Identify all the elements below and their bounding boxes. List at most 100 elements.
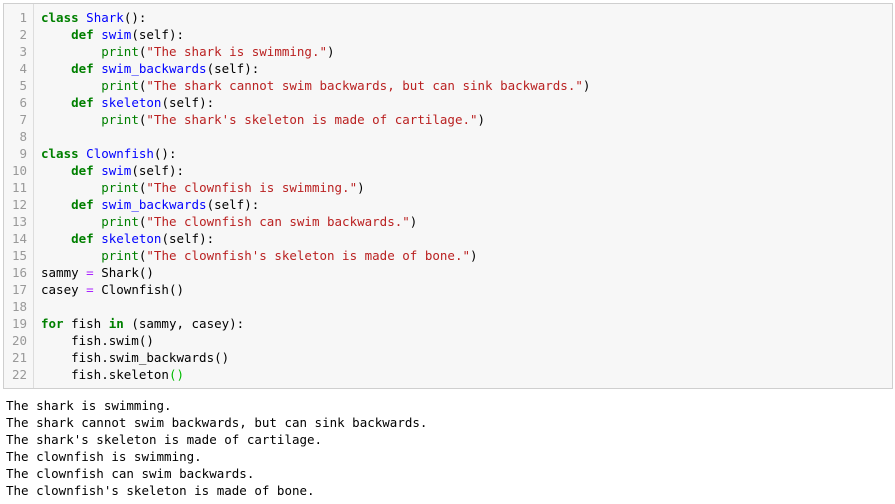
line-number: 5 [19,78,27,93]
cell-output: The shark is swimming. The shark cannot s… [6,397,886,499]
code-line[interactable]: 2 def swim(self): [4,26,892,43]
code-line[interactable]: 21 fish.swim_backwards() [4,349,892,366]
code-line[interactable]: 4 def swim_backwards(self): [4,60,892,77]
code-line[interactable]: 13 print("The clownfish can swim backwar… [4,213,892,230]
output-line: The shark is swimming. [6,398,172,413]
code-token: sammy [41,265,87,280]
line-number: 20 [11,333,27,348]
line-number: 3 [19,44,27,59]
code-line[interactable]: 1 class Shark(): [4,9,892,26]
code-line[interactable]: 6 def skeleton(self): [4,94,892,111]
code-token: ) [582,78,591,93]
code-token: swim_backwards [101,197,207,212]
code-line[interactable]: 14 def skeleton(self): [4,230,892,247]
code-text: class Clownfish(): [41,145,176,162]
code-token: (self): [206,197,260,212]
code-text: casey = Clownfish() [41,281,184,298]
code-token: def [71,163,94,178]
code-token: def [71,27,94,42]
code-line[interactable]: 3 print("The shark is swimming.") [4,43,892,60]
code-token: swim [101,163,132,178]
code-line[interactable]: 5 print("The shark cannot swim backwards… [4,77,892,94]
code-token: class [41,10,79,25]
line-number: 9 [19,146,27,161]
code-line[interactable]: 9 class Clownfish(): [4,145,892,162]
code-token: = [86,282,94,297]
code-text: def swim(self): [41,162,184,179]
code-token: in [108,316,124,331]
code-line[interactable]: 20 fish.swim() [4,332,892,349]
code-text: def swim(self): [41,26,184,43]
code-token: "The clownfish can swim backwards." [146,214,410,229]
code-line[interactable]: 7 print("The shark's skeleton is made of… [4,111,892,128]
code-text: fish.swim_backwards() [41,349,229,366]
code-token: def [71,231,94,246]
code-line[interactable]: 22 fish.skeleton() [4,366,892,383]
code-token: skeleton [101,95,162,110]
code-line[interactable]: 18 [4,298,892,315]
code-token: print [101,214,139,229]
line-number: 13 [11,214,27,229]
code-token: Shark() [93,265,154,280]
code-token: swim [101,27,132,42]
code-line[interactable]: 16 sammy = Shark() [4,264,892,281]
code-token: def [71,197,94,212]
code-text: sammy = Shark() [41,264,154,281]
code-token: print [101,44,139,59]
code-text: print("The shark cannot swim backwards, … [41,77,590,94]
code-text: def skeleton(self): [41,230,214,247]
code-token: (self): [161,231,215,246]
code-token: ) [327,44,335,59]
code-token: = [86,265,94,280]
code-token: "The clownfish's skeleton is made of bon… [146,248,470,263]
code-text: class Shark(): [41,9,146,26]
line-number: 2 [19,27,27,42]
code-token: ) [409,214,418,229]
code-line[interactable]: 8 [4,128,892,145]
line-number: 15 [11,248,27,263]
code-token: fish.swim_backwards() [41,350,230,365]
code-token: Clownfish [86,146,154,161]
code-token: (self): [161,95,215,110]
code-editor[interactable]: 1 class Shark(): 2 def swim(self): 3 print(… [4,9,892,383]
code-token: "The shark's skeleton is made of cartila… [146,112,478,127]
output-line: The shark cannot swim backwards, but can… [6,415,428,430]
line-number: 18 [11,299,27,314]
code-line[interactable]: 17 casey = Clownfish() [4,281,892,298]
line-number: 4 [19,61,27,76]
code-text: def skeleton(self): [41,94,214,111]
line-number: 1 [19,10,27,25]
code-text: def swim_backwards(self): [41,60,259,77]
code-text: print("The clownfish's skeleton is made … [41,247,477,264]
line-number: 6 [19,95,27,110]
code-line[interactable]: 10 def swim(self): [4,162,892,179]
code-token: (): [123,10,147,25]
line-number: 16 [11,265,27,280]
code-cell[interactable]: 1 class Shark(): 2 def swim(self): 3 print(… [3,3,893,389]
code-line[interactable]: 19 for fish in (sammy, casey): [4,315,892,332]
code-token: for [41,316,64,331]
code-token: def [71,61,94,76]
code-token: fish.skeleton [41,367,169,382]
code-token: Clownfish() [93,282,184,297]
code-line[interactable]: 12 def swim_backwards(self): [4,196,892,213]
code-token: fish.swim() [41,333,154,348]
code-text: print("The clownfish is swimming.") [41,179,364,196]
code-text: print("The shark's skeleton is made of c… [41,111,485,128]
output-line: The clownfish is swimming. [6,449,202,464]
code-line[interactable]: 15 print("The clownfish's skeleton is ma… [4,247,892,264]
line-number: 22 [11,367,27,382]
code-line[interactable]: 11 print("The clownfish is swimming.") [4,179,892,196]
line-number: 17 [11,282,27,297]
code-token: "The clownfish is swimming." [146,180,358,195]
